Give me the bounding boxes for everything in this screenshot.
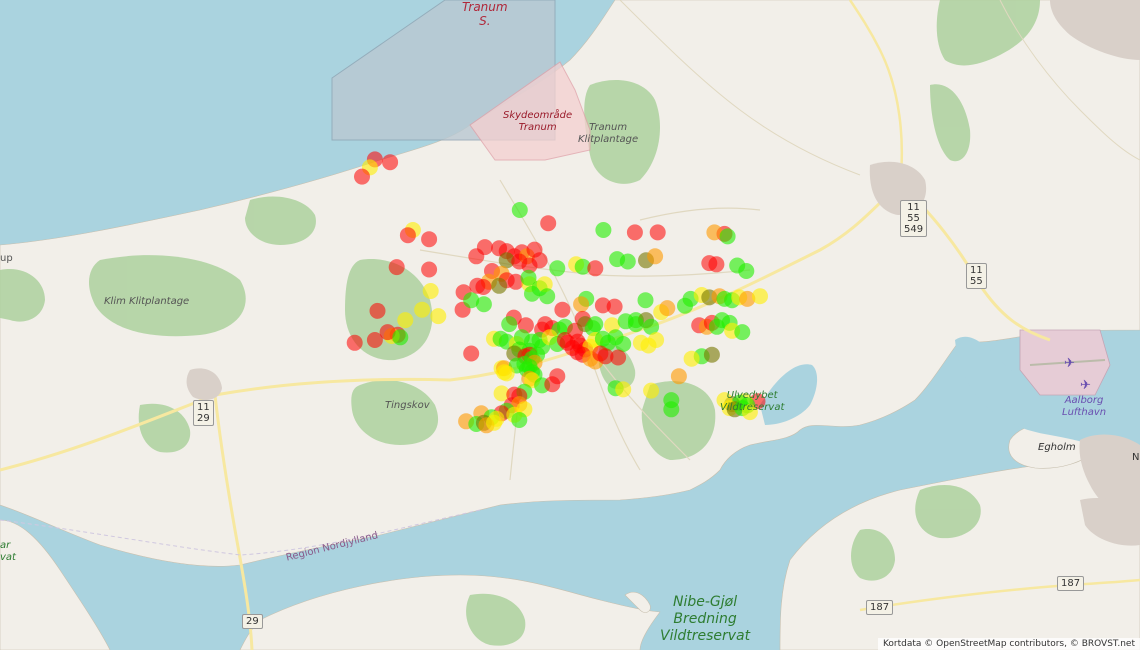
observation-marker-green[interactable]: [539, 288, 556, 305]
road-shield-11-29: 11 29: [193, 400, 214, 426]
label-klim-klitplantage: Klim Klitplantage: [104, 296, 190, 307]
observation-marker-green[interactable]: [501, 316, 518, 333]
label-aalborg-lufthavn: Aalborg Lufthavn: [1062, 395, 1107, 418]
airplane-icon: ✈: [1080, 378, 1091, 393]
observation-marker-red[interactable]: [469, 277, 486, 294]
observation-marker-yellow[interactable]: [486, 414, 502, 431]
observation-marker-yellow[interactable]: [643, 382, 660, 399]
road-shield-29: 29: [242, 614, 263, 629]
observation-marker-red[interactable]: [346, 334, 363, 351]
observation-marker-orange[interactable]: [659, 300, 676, 317]
observation-marker-green[interactable]: [627, 316, 644, 333]
observation-marker-green[interactable]: [663, 401, 680, 418]
road-shield-11-55-549: 11 55 549: [900, 200, 928, 237]
observation-marker-red[interactable]: [544, 376, 561, 393]
observation-marker-orange[interactable]: [573, 296, 590, 313]
observation-marker-yellow[interactable]: [615, 381, 632, 398]
observation-marker-red[interactable]: [366, 332, 383, 348]
observation-marker-red[interactable]: [587, 260, 604, 277]
label-left-edge-ar: ar vat: [0, 540, 16, 563]
observation-marker-green[interactable]: [549, 260, 566, 277]
map-view[interactable]: Tranum S. Skydeområde Tranum Tranum Klit…: [0, 0, 1140, 650]
observation-marker-yellow[interactable]: [752, 288, 768, 305]
observation-marker-red[interactable]: [610, 349, 627, 366]
observation-marker-red[interactable]: [388, 259, 405, 276]
observation-marker-red[interactable]: [468, 248, 485, 265]
observation-marker-orange[interactable]: [670, 368, 687, 385]
observation-marker-green[interactable]: [738, 263, 755, 279]
map-attribution[interactable]: Kortdata © OpenStreetMap contributors, ©…: [877, 638, 1140, 650]
observation-marker-green[interactable]: [511, 412, 528, 428]
observation-marker-olive[interactable]: [491, 277, 508, 294]
observation-marker-green[interactable]: [637, 292, 654, 309]
observation-marker-yellow[interactable]: [414, 301, 431, 318]
label-tingskov: Tingskov: [385, 400, 430, 411]
observation-marker-green[interactable]: [619, 253, 636, 270]
observation-marker-red[interactable]: [626, 224, 643, 241]
observation-marker-green[interactable]: [463, 292, 480, 309]
observation-marker-green[interactable]: [734, 324, 751, 341]
observation-marker-red[interactable]: [540, 215, 557, 232]
observation-marker-yellow[interactable]: [683, 350, 700, 367]
observation-marker-yellow[interactable]: [422, 283, 439, 299]
observation-marker-red[interactable]: [708, 256, 725, 273]
label-right-edge-n: N: [1132, 452, 1140, 463]
label-ulvedybet: Ulvedybet Vildtreservat: [720, 390, 785, 413]
observation-marker-orange[interactable]: [647, 248, 664, 265]
observation-marker-green[interactable]: [595, 222, 612, 238]
label-left-edge-up: up: [0, 253, 13, 264]
observation-marker-red[interactable]: [421, 231, 438, 248]
airplane-icon: ✈: [1064, 356, 1075, 371]
observation-marker-red[interactable]: [369, 302, 386, 319]
observation-marker-red[interactable]: [606, 298, 623, 315]
observation-marker-red[interactable]: [649, 224, 666, 241]
observation-marker-green[interactable]: [511, 202, 528, 218]
label-skydeomraade: Skydeområde Tranum: [503, 110, 573, 133]
observation-marker-red[interactable]: [421, 261, 438, 278]
observation-marker-olive[interactable]: [703, 346, 720, 363]
observation-layer: [346, 151, 768, 434]
road-shield-187-a: 187: [1057, 576, 1085, 591]
observation-marker-yellow[interactable]: [498, 365, 515, 382]
label-egholm: Egholm: [1038, 442, 1076, 453]
observation-marker-red[interactable]: [554, 301, 571, 318]
label-tranum-s: Tranum S.: [462, 0, 508, 28]
observation-marker-yellow[interactable]: [397, 312, 414, 329]
observation-marker-red[interactable]: [592, 345, 609, 362]
observation-marker-green[interactable]: [392, 329, 409, 346]
label-nibe-gjol: Nibe-Gjøl Bredning Vildtreservat: [660, 594, 751, 644]
road-shield-11-55: 11 55: [966, 263, 987, 289]
observation-marker-green[interactable]: [719, 228, 736, 245]
observation-marker-red[interactable]: [382, 154, 399, 171]
observation-marker-red[interactable]: [399, 227, 416, 244]
road-shield-187-b: 187: [866, 600, 894, 615]
label-tranum-klitplantage: Tranum Klitplantage: [578, 122, 639, 145]
observation-marker-yellow[interactable]: [648, 332, 665, 348]
observation-marker-red[interactable]: [354, 168, 370, 185]
observation-marker-red[interactable]: [463, 345, 480, 362]
observation-marker-yellow[interactable]: [430, 308, 447, 325]
observation-marker-green[interactable]: [524, 285, 540, 302]
